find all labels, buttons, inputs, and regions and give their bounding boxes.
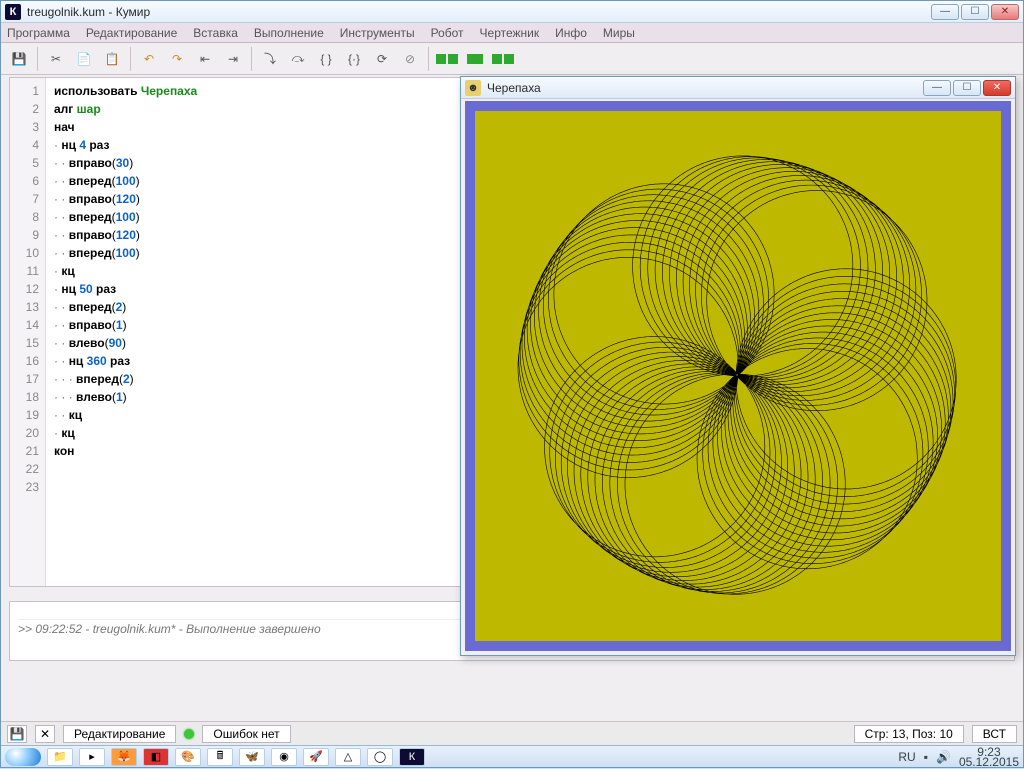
task-disc-icon[interactable]: ◉ <box>271 748 297 766</box>
turtle-min-button[interactable]: — <box>923 80 951 96</box>
undo-icon[interactable]: ↶ <box>137 47 161 71</box>
menu-выполнение[interactable]: Выполнение <box>254 26 324 40</box>
task-rocket-icon[interactable]: 🚀 <box>303 748 329 766</box>
braces2-icon[interactable]: {·} <box>342 47 366 71</box>
tray-flag-icon: ▪ <box>924 750 928 764</box>
start-button[interactable] <box>5 748 41 766</box>
line-gutter: 1234567891011121314151617181920212223 <box>10 78 46 586</box>
tray-vol-icon[interactable]: 🔊 <box>936 750 951 764</box>
turtle-canvas <box>475 111 1001 641</box>
menubar: Программа Редактирование Вставка Выполнение… <box>1 23 1023 43</box>
turtle-icon: ☻ <box>465 80 481 96</box>
status-position: Стр: 13, Поз: 10 <box>854 725 964 743</box>
status-stop-icon[interactable]: ✕ <box>35 725 55 743</box>
menu-программа[interactable]: Программа <box>7 26 70 40</box>
task-media-icon[interactable]: ▸ <box>79 748 105 766</box>
toolbar: 💾 ✂ 📄 📋 ↶ ↷ ⇤ ⇥ ⤵ ⤼ { } {·} ⟳ ⊘ <box>1 43 1023 75</box>
tray-date[interactable]: 05.12.2015 <box>959 757 1019 767</box>
task-app1-icon[interactable]: ◧ <box>143 748 169 766</box>
menu-чертежник[interactable]: Чертежник <box>480 26 540 40</box>
status-save-icon[interactable]: 💾 <box>7 725 27 743</box>
turtle-title: Черепаха <box>487 81 541 95</box>
menu-робот[interactable]: Робот <box>431 26 464 40</box>
close-button[interactable]: ✕ <box>991 4 1019 20</box>
turtle-window[interactable]: ☻ Черепаха — ☐ ✕ <box>460 76 1016 656</box>
indent-icon[interactable]: ⇥ <box>221 47 245 71</box>
status-mode: Редактирование <box>63 725 176 743</box>
task-paint-icon[interactable]: 🎨 <box>175 748 201 766</box>
menu-вставка[interactable]: Вставка <box>193 26 238 40</box>
run-icon[interactable]: ⟳ <box>370 47 394 71</box>
minimize-button[interactable]: — <box>931 4 959 20</box>
turtle-canvas-frame <box>465 101 1011 651</box>
turtle-max-button[interactable]: ☐ <box>953 80 981 96</box>
status-insert: ВСТ <box>972 725 1017 743</box>
menu-инструменты[interactable]: Инструменты <box>340 26 415 40</box>
task-calc-icon[interactable]: 🖩 <box>207 748 233 766</box>
turtle-drawing <box>475 111 1001 641</box>
menu-инфо[interactable]: Инфо <box>555 26 587 40</box>
redo-icon[interactable]: ↷ <box>165 47 189 71</box>
task-explorer-icon[interactable]: 📁 <box>47 748 73 766</box>
task-chrome-icon[interactable]: ◯ <box>367 748 393 766</box>
step-into-icon[interactable]: ⤵ <box>258 47 282 71</box>
system-tray[interactable]: RU ▪ 🔊 9:23 05.12.2015 <box>898 747 1019 767</box>
grid3-icon[interactable] <box>491 47 515 71</box>
menu-миры[interactable]: Миры <box>603 26 635 40</box>
task-firefox-icon[interactable]: 🦊 <box>111 748 137 766</box>
task-kumir-icon[interactable]: К <box>399 748 425 766</box>
turtle-titlebar[interactable]: ☻ Черепаха — ☐ ✕ <box>461 77 1015 99</box>
copy-icon[interactable]: 📄 <box>72 47 96 71</box>
console-line: >> 09:22:52 - treugolnik.kum* - Выполнен… <box>18 622 321 636</box>
task-tri-icon[interactable]: △ <box>335 748 361 766</box>
tray-lang[interactable]: RU <box>898 750 915 764</box>
task-butterfly-icon[interactable]: 🦋 <box>239 748 265 766</box>
main-titlebar[interactable]: К treugolnik.kum - Кумир — ☐ ✕ <box>1 1 1023 23</box>
status-led-icon <box>184 729 194 739</box>
maximize-button[interactable]: ☐ <box>961 4 989 20</box>
menu-редактирование[interactable]: Редактирование <box>86 26 177 40</box>
window-title: treugolnik.kum - Кумир <box>27 5 150 19</box>
grid2-icon[interactable] <box>463 47 487 71</box>
stop-icon[interactable]: ⊘ <box>398 47 422 71</box>
grid1-icon[interactable] <box>435 47 459 71</box>
turtle-close-button[interactable]: ✕ <box>983 80 1011 96</box>
outdent-icon[interactable]: ⇤ <box>193 47 217 71</box>
statusbar: 💾 ✕ Редактирование Ошибок нет Стр: 13, П… <box>1 721 1023 745</box>
step-over-icon[interactable]: ⤼ <box>286 47 310 71</box>
save-icon[interactable]: 💾 <box>7 47 31 71</box>
app-icon: К <box>5 4 21 20</box>
taskbar[interactable]: 📁 ▸ 🦊 ◧ 🎨 🖩 🦋 ◉ 🚀 △ ◯ К RU ▪ 🔊 9:23 05.1… <box>1 745 1023 767</box>
status-errors: Ошибок нет <box>202 725 290 743</box>
paste-icon[interactable]: 📋 <box>100 47 124 71</box>
cut-icon[interactable]: ✂ <box>44 47 68 71</box>
braces-icon[interactable]: { } <box>314 47 338 71</box>
